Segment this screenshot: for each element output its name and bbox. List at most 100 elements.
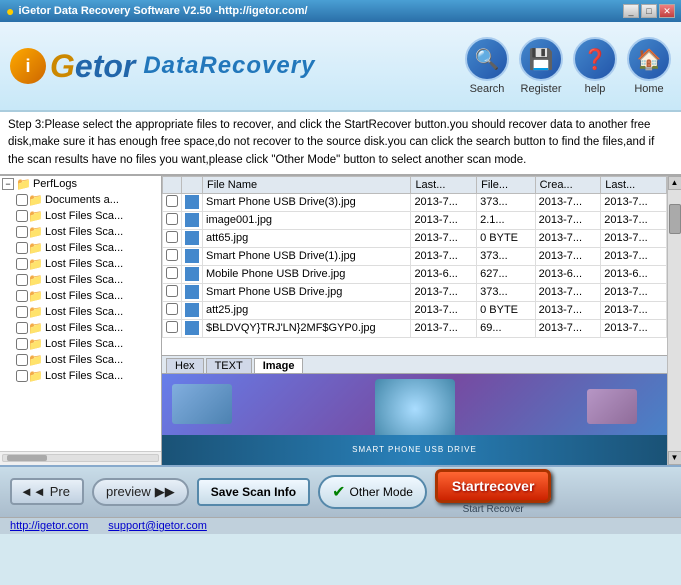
file-checkbox[interactable] — [166, 285, 178, 297]
file-checkbox[interactable] — [166, 249, 178, 261]
tree-item[interactable]: 📁Lost Files Sca... — [0, 304, 161, 320]
tree-item[interactable]: −📁PerfLogs — [0, 176, 161, 192]
start-recover-button[interactable]: Startrecover — [435, 469, 552, 503]
minimize-button[interactable]: _ — [623, 4, 639, 18]
scroll-up-arrow[interactable]: ▲ — [668, 176, 681, 190]
tree-item[interactable]: 📁Lost Files Sca... — [0, 320, 161, 336]
tree-item-label: Lost Files Sca... — [45, 338, 123, 350]
file-cell: 2013-7... — [601, 229, 667, 247]
file-table-scrollbar[interactable]: ▲ ▼ — [667, 176, 681, 465]
tree-item[interactable]: 📁Lost Files Sca... — [0, 240, 161, 256]
website-link[interactable]: http://igetor.com — [10, 520, 88, 532]
file-cell: 627... — [477, 265, 536, 283]
other-mode-button[interactable]: ✔ Other Mode — [318, 475, 427, 509]
tree-expand-icon[interactable]: − — [2, 178, 14, 190]
file-cell: 373... — [477, 193, 536, 211]
file-cell: 2013-7... — [601, 283, 667, 301]
folder-icon: 📁 — [28, 289, 43, 303]
table-row[interactable]: Smart Phone USB Drive.jpg2013-7...373...… — [163, 283, 667, 301]
file-checkbox[interactable] — [166, 267, 178, 279]
table-row[interactable]: att65.jpg2013-7...0 BYTE2013-7...2013-7.… — [163, 229, 667, 247]
tab-hex[interactable]: Hex — [166, 358, 204, 373]
table-header: Last... — [601, 176, 667, 193]
file-cell: 2013-7... — [411, 301, 477, 319]
file-checkbox[interactable] — [166, 213, 178, 225]
table-row[interactable]: $BLDVQY}TRJ'LN}2MF$GYP0.jpg2013-7...69..… — [163, 319, 667, 337]
logo-brand: Getor — [50, 48, 135, 85]
file-tree-panel: −📁PerfLogs📁Documents a...📁Lost Files Sca… — [0, 176, 162, 465]
file-cell: 2013-7... — [535, 211, 601, 229]
table-row[interactable]: image001.jpg2013-7...2.1...2013-7...2013… — [163, 211, 667, 229]
tree-item[interactable]: 📁Lost Files Sca... — [0, 208, 161, 224]
tree-checkbox[interactable] — [16, 226, 28, 238]
table-header — [163, 176, 182, 193]
tree-checkbox[interactable] — [16, 322, 28, 334]
maximize-button[interactable]: □ — [641, 4, 657, 18]
scroll-down-arrow[interactable]: ▼ — [668, 451, 681, 465]
tree-item-label: PerfLogs — [33, 178, 77, 190]
window-controls[interactable]: _ □ ✕ — [623, 4, 675, 18]
tree-item-label: Documents a... — [45, 194, 119, 206]
tree-item[interactable]: 📁Documents a... — [0, 192, 161, 208]
nav-search[interactable]: 🔍 Search — [465, 37, 509, 95]
file-type-icon — [185, 213, 199, 227]
file-cell: 2013-7... — [535, 229, 601, 247]
preview-tabs[interactable]: Hex TEXT Image — [162, 356, 667, 374]
tree-item[interactable]: 📁Lost Files Sca... — [0, 256, 161, 272]
table-header: File Name — [203, 176, 411, 193]
table-row[interactable]: Smart Phone USB Drive(3).jpg2013-7...373… — [163, 193, 667, 211]
pre-button[interactable]: ◄◄ Pre — [10, 478, 84, 505]
tab-image[interactable]: Image — [254, 358, 304, 373]
tree-item[interactable]: 📁Lost Files Sca... — [0, 288, 161, 304]
tree-checkbox[interactable] — [16, 194, 28, 206]
tree-item[interactable]: 📁Lost Files Sca... — [0, 272, 161, 288]
file-name: Smart Phone USB Drive.jpg — [203, 283, 411, 301]
right-panel: File NameLast...File...Crea...Last...Sma… — [162, 176, 667, 465]
nav-home[interactable]: 🏠 Home — [627, 37, 671, 95]
tree-checkbox[interactable] — [16, 338, 28, 350]
tree-item[interactable]: 📁Lost Files Sca... — [0, 352, 161, 368]
file-checkbox[interactable] — [166, 195, 178, 207]
pre-left-arrows: ◄◄ — [20, 484, 46, 499]
email-link[interactable]: support@igetor.com — [108, 520, 207, 532]
file-table[interactable]: File NameLast...File...Crea...Last...Sma… — [162, 176, 667, 355]
tree-checkbox[interactable] — [16, 258, 28, 270]
nav-register[interactable]: 💾 Register — [519, 37, 563, 95]
file-cell: 373... — [477, 283, 536, 301]
scroll-thumb[interactable] — [669, 204, 681, 234]
tree-item[interactable]: 📁Lost Files Sca... — [0, 368, 161, 384]
tree-checkbox[interactable] — [16, 306, 28, 318]
tree-item-label: Lost Files Sca... — [45, 210, 123, 222]
file-type-icon — [185, 249, 199, 263]
file-checkbox[interactable] — [166, 231, 178, 243]
file-checkbox[interactable] — [166, 303, 178, 315]
close-button[interactable]: ✕ — [659, 4, 675, 18]
file-cell: 2013-7... — [535, 283, 601, 301]
tree-checkbox[interactable] — [16, 274, 28, 286]
file-checkbox[interactable] — [166, 321, 178, 333]
table-row[interactable]: att25.jpg2013-7...0 BYTE2013-7...2013-7.… — [163, 301, 667, 319]
logo-product: DataRecovery — [143, 52, 315, 80]
file-cell: 2013-7... — [601, 211, 667, 229]
file-tree[interactable]: −📁PerfLogs📁Documents a...📁Lost Files Sca… — [0, 176, 162, 451]
checkmark-icon: ✔ — [332, 482, 345, 502]
horizontal-scrollbar[interactable] — [0, 451, 161, 465]
tree-checkbox[interactable] — [16, 354, 28, 366]
file-type-icon — [185, 285, 199, 299]
table-row[interactable]: Mobile Phone USB Drive.jpg2013-6...627..… — [163, 265, 667, 283]
tree-item[interactable]: 📁Lost Files Sca... — [0, 224, 161, 240]
preview-area: Hex TEXT Image SMART PHONE USB DRIVE — [162, 355, 667, 465]
tree-checkbox[interactable] — [16, 242, 28, 254]
save-scan-button[interactable]: Save Scan Info — [197, 478, 310, 506]
tree-checkbox[interactable] — [16, 370, 28, 382]
tree-item-label: Lost Files Sca... — [45, 226, 123, 238]
tab-text[interactable]: TEXT — [206, 358, 252, 373]
tree-checkbox[interactable] — [16, 210, 28, 222]
tree-item-label: Lost Files Sca... — [45, 370, 123, 382]
preview-button[interactable]: preview ▶▶ — [92, 478, 189, 506]
table-row[interactable]: Smart Phone USB Drive(1).jpg2013-7...373… — [163, 247, 667, 265]
tree-checkbox[interactable] — [16, 290, 28, 302]
nav-help[interactable]: ❓ help — [573, 37, 617, 95]
file-type-icon — [185, 231, 199, 245]
tree-item[interactable]: 📁Lost Files Sca... — [0, 336, 161, 352]
